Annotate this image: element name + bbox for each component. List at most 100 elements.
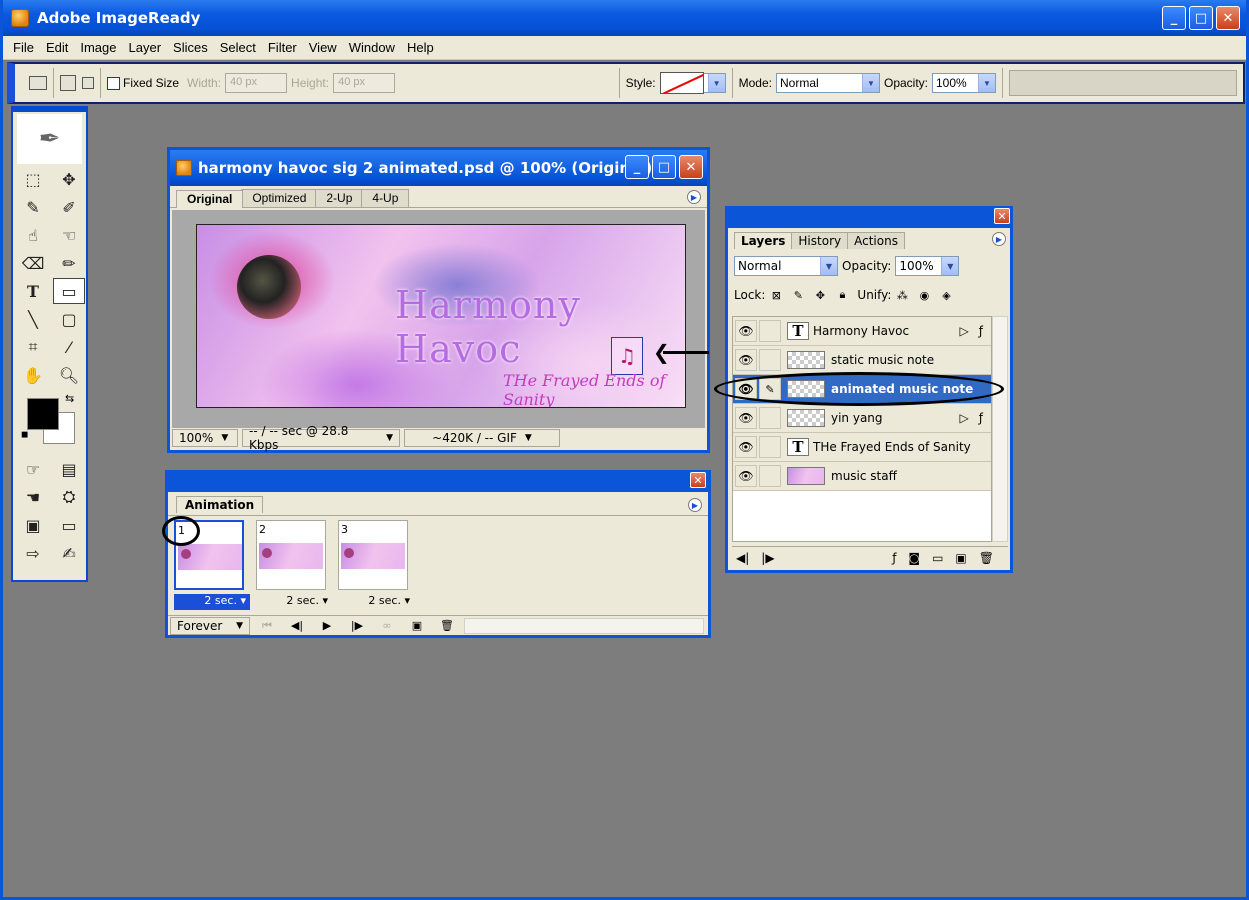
tab-optimized[interactable]: Optimized xyxy=(241,189,318,207)
eye-icon[interactable]: 👁︎ xyxy=(735,465,757,487)
unify-visibility-icon[interactable]: ◉ xyxy=(917,288,931,302)
menu-help[interactable]: Help xyxy=(401,40,440,55)
menu-view[interactable]: View xyxy=(303,40,343,55)
tab-actions[interactable]: Actions xyxy=(847,232,905,249)
previous-frame-icon[interactable]: ◀| xyxy=(736,551,749,565)
delete-frame-icon[interactable]: 🗑︎ xyxy=(434,618,460,634)
style-dropdown[interactable]: ▼ xyxy=(703,73,726,93)
jump-to-photoshop-icon[interactable]: ⇨ xyxy=(17,540,49,566)
rounded-rectangle-tool-icon[interactable]: ▢ xyxy=(53,306,85,332)
close-button[interactable]: ✕ xyxy=(1216,6,1240,30)
next-frame-icon[interactable]: |▶ xyxy=(761,551,774,565)
menu-file[interactable]: File xyxy=(7,40,40,55)
doc-maximize-button[interactable]: □ xyxy=(652,155,676,179)
tab-layers[interactable]: Layers xyxy=(734,232,793,249)
expand-effects-icon[interactable]: ▷ xyxy=(960,324,969,338)
zoom-tool-icon[interactable]: 🔍︎ xyxy=(53,362,85,388)
mode-select[interactable]: Normal ▼ xyxy=(775,73,880,93)
delete-layer-icon[interactable]: 🗑︎ xyxy=(979,551,994,565)
slice-tool-icon[interactable]: ✎ xyxy=(17,194,49,220)
tween-icon[interactable]: ∞ xyxy=(374,618,400,634)
hand-tool-icon[interactable]: ✋ xyxy=(17,362,49,388)
animation-frame[interactable]: 3 2 sec. ▾ xyxy=(338,520,410,608)
doc-close-button[interactable]: ✕ xyxy=(679,155,703,179)
download-time-select[interactable]: -- / -- sec @ 28.8 Kbps ▼ xyxy=(242,424,400,452)
eraser-tool-icon[interactable]: ⌫ xyxy=(17,250,49,276)
opacity-select[interactable]: 100% ▼ xyxy=(932,73,996,93)
rectangle-tool-icon[interactable]: ▭ xyxy=(53,278,85,304)
layer-link-cell[interactable] xyxy=(759,407,781,429)
layers-close-button[interactable]: ✕ xyxy=(994,208,1010,224)
fixed-size-checkbox[interactable] xyxy=(107,76,120,90)
full-screen-mode-icon[interactable]: ▭ xyxy=(53,512,85,538)
layer-style-icon[interactable]: ƒ xyxy=(979,411,983,425)
new-set-icon[interactable]: ▭ xyxy=(932,551,943,565)
layers-scrollbar[interactable] xyxy=(992,316,1008,542)
doc-minimize-button[interactable]: _ xyxy=(625,155,649,179)
style-swatch[interactable] xyxy=(659,72,704,94)
standard-screen-mode-icon[interactable]: ▣ xyxy=(17,512,49,538)
animation-frame[interactable]: 2 2 sec. ▾ xyxy=(256,520,328,608)
blend-mode-select[interactable]: Normal ▼ xyxy=(734,256,838,276)
menu-slices[interactable]: Slices xyxy=(167,40,214,55)
tab-history[interactable]: History xyxy=(791,232,849,249)
layer-row[interactable]: 👁︎ T Harmony Havoc ▷ ƒ xyxy=(733,317,991,346)
animation-close-button[interactable]: ✕ xyxy=(690,472,706,488)
play-icon[interactable]: ▶ xyxy=(314,618,340,634)
layer-row[interactable]: 👁︎ yin yang ▷ ƒ xyxy=(733,404,991,433)
lock-transparency-icon[interactable]: ⊠ xyxy=(769,288,783,302)
eye-icon[interactable]: 👁︎ xyxy=(735,349,757,371)
first-frame-icon[interactable]: ⏮ xyxy=(254,618,280,634)
palette-well[interactable] xyxy=(1009,70,1237,96)
animation-menu-icon[interactable]: ▶ xyxy=(688,498,702,512)
height-field[interactable]: 40 px xyxy=(333,73,396,93)
layer-row[interactable]: 👁︎ music staff xyxy=(733,462,991,491)
lock-all-icon[interactable]: 🔒︎ xyxy=(835,288,849,302)
eye-icon[interactable]: 👁︎ xyxy=(735,436,757,458)
brush-tool-icon[interactable]: ✏ xyxy=(53,250,85,276)
default-colors-icon[interactable]: ◼ xyxy=(21,430,28,440)
preview-document-icon[interactable]: ☚ xyxy=(17,484,49,510)
duplicate-frame-icon[interactable]: ▣ xyxy=(404,618,430,634)
width-field[interactable]: 40 px xyxy=(225,73,288,93)
add-layer-style-icon[interactable]: ƒ xyxy=(892,551,896,565)
type-tool-icon[interactable]: T xyxy=(17,278,49,304)
line-tool-icon[interactable]: ╲ xyxy=(17,306,49,332)
menu-filter[interactable]: Filter xyxy=(262,40,303,55)
crop-tool-icon[interactable]: ⌗ xyxy=(17,334,49,360)
file-size-select[interactable]: ~420K / -- GIF ▼ xyxy=(404,429,560,447)
zoom-select[interactable]: 100% ▼ xyxy=(172,429,238,447)
foreground-color-swatch[interactable] xyxy=(27,398,59,430)
toggle-slice-visibility-icon[interactable]: ☞ xyxy=(17,456,49,482)
layer-row[interactable]: 👁︎ T THe Frayed Ends of Sanity xyxy=(733,433,991,462)
lock-image-icon[interactable]: ✎ xyxy=(791,288,805,302)
add-mask-icon[interactable]: ◙ xyxy=(908,551,920,565)
maximize-button[interactable]: □ xyxy=(1189,6,1213,30)
slice-select-tool-icon[interactable]: ✐ xyxy=(53,194,85,220)
new-layer-icon[interactable]: ▣ xyxy=(955,551,966,565)
move-tool-icon[interactable]: ✥ xyxy=(53,166,85,192)
layer-link-cell[interactable] xyxy=(759,465,781,487)
menu-edit[interactable]: Edit xyxy=(40,40,74,55)
layer-opacity-select[interactable]: 100% ▼ xyxy=(895,256,960,276)
layer-link-cell[interactable] xyxy=(759,349,781,371)
preview-in-browser-icon[interactable]: ⛭ xyxy=(53,484,85,510)
tool-preset-icon[interactable] xyxy=(29,76,47,90)
frame-delay[interactable]: 2 sec. ▾ xyxy=(256,594,332,610)
toggle-image-map-visibility-icon[interactable]: ▤ xyxy=(53,456,85,482)
loop-select[interactable]: Forever ▼ xyxy=(170,616,250,635)
previous-frame-icon[interactable]: ◀| xyxy=(284,618,310,634)
menu-layer[interactable]: Layer xyxy=(123,40,168,55)
layer-link-cell[interactable] xyxy=(759,436,781,458)
menu-window[interactable]: Window xyxy=(343,40,401,55)
frames-scrollbar[interactable] xyxy=(464,617,704,634)
expand-effects-icon[interactable]: ▷ xyxy=(960,411,969,425)
eyedropper-tool-icon[interactable]: ⁄ xyxy=(53,334,85,360)
canvas-area[interactable]: Harmony Havoc ♫ THe Frayed Ends of Sanit… xyxy=(172,210,705,428)
menu-image[interactable]: Image xyxy=(74,40,122,55)
tab-original[interactable]: Original xyxy=(176,190,244,208)
music-note-selection[interactable]: ♫ xyxy=(611,337,643,375)
tab-2-up[interactable]: 2-Up xyxy=(315,189,364,207)
frame-delay[interactable]: 2 sec. ▾ xyxy=(174,594,250,610)
layers-menu-icon[interactable]: ▶ xyxy=(992,232,1006,246)
